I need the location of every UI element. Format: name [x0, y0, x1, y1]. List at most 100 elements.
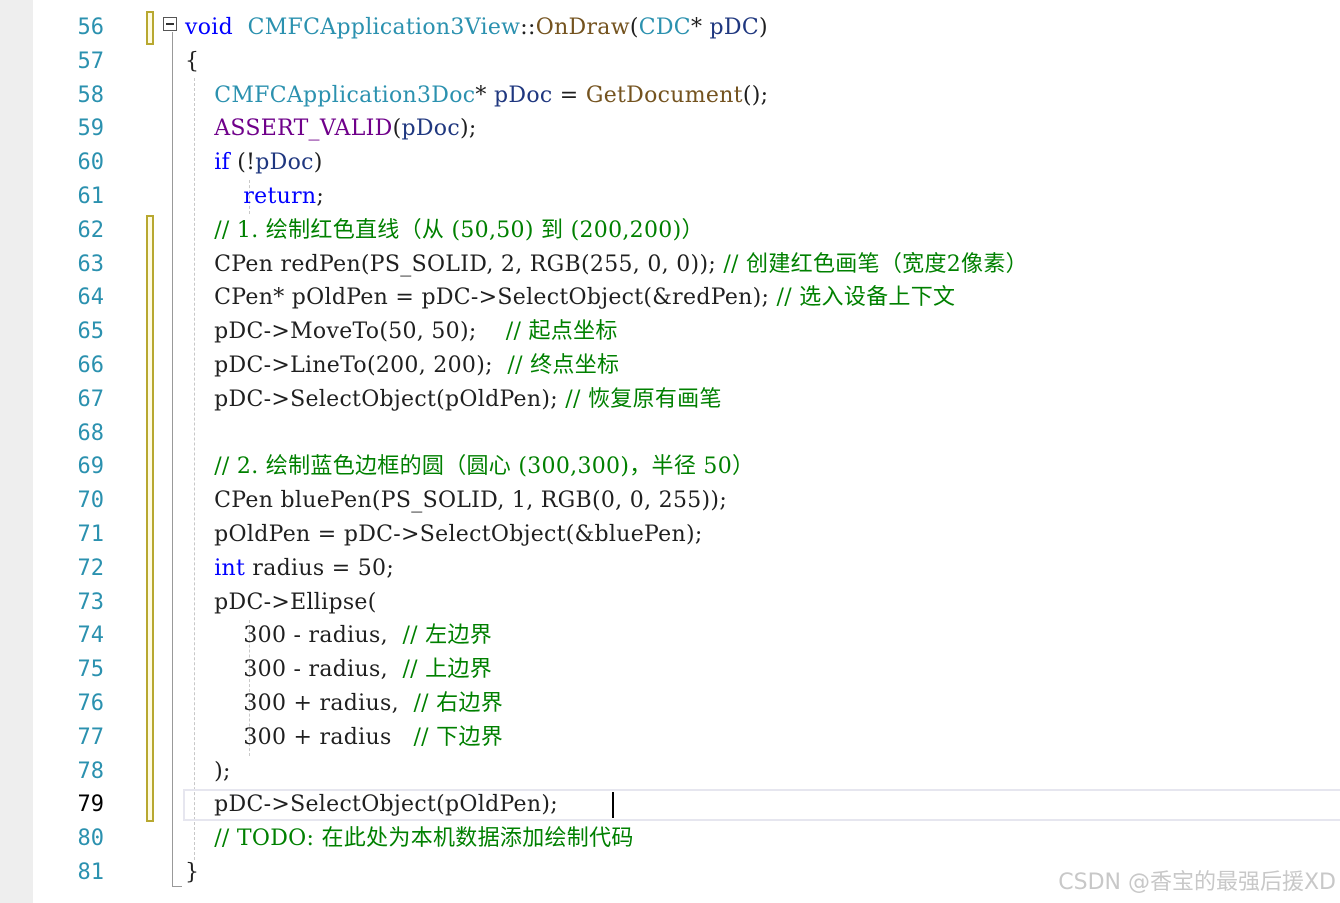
- code-text: pDC->SelectObject(pOldPen); // 恢复原有画笔: [185, 383, 722, 417]
- code-token: pDC: [709, 15, 760, 40]
- code-comment: // 恢复原有画笔: [565, 386, 722, 412]
- line-number: 59: [77, 116, 105, 142]
- code-token: {: [185, 48, 200, 74]
- code-token: ): [759, 15, 768, 40]
- code-text: 300 - radius, // 左边界: [185, 619, 492, 653]
- code-token: pDoc: [494, 82, 553, 108]
- code-line[interactable]: 60 if (!pDoc): [0, 146, 1340, 180]
- code-token: ): [313, 150, 323, 176]
- code-comment: // 创建红色画笔（宽度2像素）: [723, 251, 1028, 277]
- code-line[interactable]: 68: [0, 417, 1340, 451]
- code-token: CPen redPen(PS_SOLID, 2, RGB(255, 0, 0))…: [185, 251, 724, 277]
- line-number: 77: [77, 724, 105, 750]
- code-token: CDC: [638, 15, 691, 40]
- code-token: pDC->SelectObject(pOldPen);: [185, 386, 566, 412]
- code-token: return: [243, 184, 317, 209]
- code-line[interactable]: 56 void CMFCApplication3View::OnDraw(CDC*…: [0, 11, 1340, 45]
- line-number: 64: [77, 285, 105, 311]
- line-number: 81: [77, 860, 105, 885]
- code-line[interactable]: 77 300 + radius // 下边界: [0, 721, 1340, 755]
- code-text: pOldPen = pDC->SelectObject(&bluePen);: [185, 518, 703, 552]
- code-line[interactable]: 64 CPen* pOldPen = pDC->SelectObject(&re…: [0, 281, 1340, 315]
- code-token: ASSERT_VALID: [214, 116, 393, 142]
- line-number: 60: [77, 150, 105, 176]
- code-comment: // 1. 绘制红色直线（从 (50,50) 到 (200,200)）: [214, 217, 704, 243]
- code-token: );: [185, 758, 231, 784]
- code-token: if: [214, 150, 230, 176]
- code-line[interactable]: 74 300 - radius, // 左边界: [0, 619, 1340, 653]
- code-line[interactable]: 71 pOldPen = pDC->SelectObject(&bluePen)…: [0, 518, 1340, 552]
- code-token: ::: [520, 15, 536, 40]
- code-line[interactable]: 79 pDC->SelectObject(pOldPen);: [0, 788, 1340, 822]
- code-line[interactable]: 58 CMFCApplication3Doc* pDoc = GetDocume…: [0, 79, 1340, 113]
- code-line[interactable]: 70 CPen bluePen(PS_SOLID, 1, RGB(0, 0, 2…: [0, 484, 1340, 518]
- code-line[interactable]: 78 );: [0, 755, 1340, 789]
- code-comment: // TODO: 在此处为本机数据添加绘制代码: [214, 826, 634, 852]
- code-comment: // 左边界: [402, 623, 493, 649]
- code-token: 300 + radius,: [185, 691, 414, 716]
- code-line[interactable]: 65 pDC->MoveTo(50, 50); // 起点坐标: [0, 315, 1340, 349]
- code-text: CPen redPen(PS_SOLID, 2, RGB(255, 0, 0))…: [185, 248, 1028, 282]
- code-token: CPen* pOldPen = pDC->SelectObject(&redPe…: [185, 285, 777, 311]
- code-token: pDC->LineTo(200, 200);: [185, 353, 508, 378]
- code-line[interactable]: 69 // 2. 绘制蓝色边框的圆（圆心 (300,300)，半径 50）: [0, 450, 1340, 484]
- code-line[interactable]: 67 pDC->SelectObject(pOldPen); // 恢复原有画笔: [0, 383, 1340, 417]
- code-token: *: [475, 82, 494, 108]
- code-text: );: [185, 755, 231, 789]
- code-line[interactable]: 73 pDC->Ellipse(: [0, 586, 1340, 620]
- code-token: );: [459, 116, 477, 142]
- code-comment: // 终点坐标: [507, 353, 620, 378]
- code-comment: // 选入设备上下文: [776, 285, 956, 311]
- code-line[interactable]: 72 int radius = 50;: [0, 552, 1340, 586]
- code-comment: // 起点坐标: [505, 319, 618, 345]
- watermark: CSDN @香宝的最强后援XD: [1058, 870, 1336, 895]
- code-token: CPen bluePen(PS_SOLID, 1, RGB(0, 0, 255)…: [185, 488, 728, 514]
- code-line[interactable]: 59 ASSERT_VALID(pDoc);: [0, 112, 1340, 146]
- code-token: OnDraw: [535, 15, 630, 40]
- code-text: }: [185, 856, 199, 890]
- line-number: 57: [77, 48, 105, 74]
- line-number: 66: [77, 353, 105, 378]
- code-token: pDoc: [401, 116, 460, 142]
- code-token: pDoc: [255, 150, 314, 176]
- line-number: 65: [77, 319, 105, 345]
- code-text: {: [185, 45, 199, 79]
- line-number: 70: [77, 488, 105, 514]
- code-text: pDC->MoveTo(50, 50); // 起点坐标: [185, 315, 618, 349]
- code-token: GetDocument: [585, 82, 743, 108]
- code-line[interactable]: 57 {: [0, 45, 1340, 79]
- line-number: 67: [77, 386, 105, 412]
- code-token: pOldPen = pDC->SelectObject(&bluePen);: [185, 522, 703, 547]
- code-editor[interactable]: 56 void CMFCApplication3View::OnDraw(CDC*…: [0, 0, 1340, 903]
- code-token: (!: [229, 150, 256, 176]
- line-number: 61: [77, 184, 105, 209]
- code-line[interactable]: 62 // 1. 绘制红色直线（从 (50,50) 到 (200,200)）: [0, 214, 1340, 248]
- code-line[interactable]: 66 pDC->LineTo(200, 200); // 终点坐标: [0, 349, 1340, 383]
- code-token: pDC->SelectObject(pOldPen);: [185, 792, 558, 818]
- code-line[interactable]: 75 300 - radius, // 上边界: [0, 653, 1340, 687]
- code-text: 300 + radius // 下边界: [185, 721, 503, 755]
- line-number: 72: [77, 555, 105, 581]
- code-text: // 2. 绘制蓝色边框的圆（圆心 (300,300)，半径 50）: [185, 450, 754, 484]
- code-line[interactable]: 76 300 + radius, // 右边界: [0, 687, 1340, 721]
- code-line[interactable]: 61 return;: [0, 180, 1340, 214]
- code-line[interactable]: 80 // TODO: 在此处为本机数据添加绘制代码: [0, 822, 1340, 856]
- code-text: CPen* pOldPen = pDC->SelectObject(&redPe…: [185, 281, 955, 315]
- line-number: 56: [77, 15, 105, 40]
- line-number: 71: [77, 522, 105, 547]
- code-token: (: [629, 15, 639, 40]
- code-line[interactable]: 63 CPen redPen(PS_SOLID, 2, RGB(255, 0, …: [0, 248, 1340, 282]
- code-text: void CMFCApplication3View::OnDraw(CDC* p…: [185, 11, 768, 45]
- code-token: ();: [742, 82, 769, 108]
- code-comment: // 下边界: [413, 724, 504, 750]
- line-number: 76: [77, 691, 105, 716]
- code-token: 300 - radius,: [185, 623, 403, 649]
- line-number: 75: [77, 657, 105, 683]
- code-token: ;: [316, 184, 325, 209]
- line-number: 62: [77, 217, 105, 243]
- code-comment: // 右边界: [413, 691, 504, 716]
